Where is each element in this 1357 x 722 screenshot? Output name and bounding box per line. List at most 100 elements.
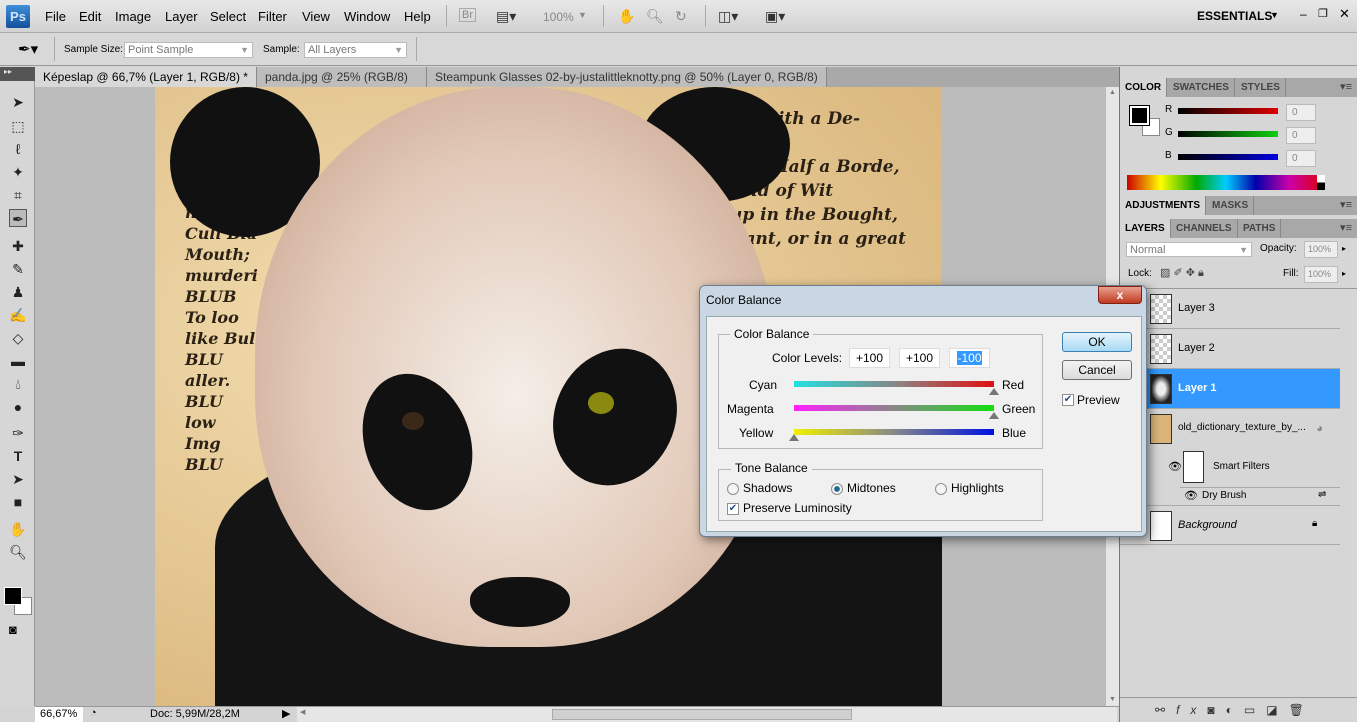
tab-color[interactable]: COLOR [1120,78,1168,97]
zoom-level-select[interactable]: 100% [543,10,574,24]
menu-image[interactable]: Image [115,9,151,24]
tab-layers[interactable]: LAYERS [1120,219,1171,238]
history-brush-tool-icon[interactable]: ✍ [9,306,27,324]
color-ramp[interactable] [1127,175,1325,190]
dialog-close-button[interactable]: x [1098,286,1142,304]
cyan-red-level-input[interactable]: +100 [849,348,890,368]
magenta-green-slider-thumb[interactable] [989,412,999,419]
scroll-left-icon[interactable]: ◀ [300,708,305,716]
move-tool-icon[interactable]: ➤ [9,93,27,111]
visibility-eye-icon[interactable]: 👁︎ [1184,489,1198,502]
midtones-label[interactable]: Midtones [847,481,896,495]
tab-kepeslap[interactable]: Képeslap @ 66,7% (Layer 1, RGB/8) * × [35,67,257,104]
channel-g-slider[interactable] [1178,131,1278,137]
filter-options-icon[interactable]: ⇌ [1318,489,1326,500]
channel-g-value[interactable]: 0 [1286,127,1316,144]
horizontal-scroll-thumb[interactable] [552,709,852,720]
black-white-ramp[interactable] [1317,175,1325,190]
yellow-blue-slider[interactable] [794,429,994,435]
cyan-red-slider[interactable] [794,381,994,387]
lasso-tool-icon[interactable]: ℓ [9,140,27,158]
tab-swatches[interactable]: SWATCHES [1168,78,1235,97]
sample-size-select[interactable]: Point Sample ▼ [124,42,253,58]
tab-channels[interactable]: CHANNELS [1171,219,1238,238]
menu-view[interactable]: View [302,9,330,24]
rotate-view-icon[interactable]: ↻ [675,8,687,25]
channel-r-slider[interactable] [1178,108,1278,114]
shape-tool-icon[interactable]: ■ [9,493,27,511]
minimize-icon[interactable]: – [1300,7,1307,21]
cancel-button[interactable]: Cancel [1062,360,1132,380]
hand-tool-icon[interactable]: ✋ [9,520,27,538]
layer-row-selected[interactable]: Layer 1 [1120,369,1340,409]
lock-icons[interactable]: ▨ ✐ ✥ 🔒︎ [1160,266,1204,280]
yellow-blue-level-input[interactable]: -100 [949,348,990,368]
screen-layout-icon[interactable]: ▤▾ [496,8,516,25]
visibility-eye-icon[interactable]: 👁︎ [1168,460,1182,473]
preview-checkbox[interactable]: ✔ [1062,394,1074,406]
menu-layer[interactable]: Layer [165,9,198,24]
layer-row[interactable]: Layer 2 [1120,329,1340,369]
close-app-icon[interactable]: ✕ [1339,6,1350,22]
arrange-documents-icon[interactable]: ◫▾ [718,8,738,25]
horizontal-scrollbar[interactable]: ◀ [297,707,1117,722]
clone-stamp-tool-icon[interactable]: ♟ [9,283,27,301]
shadows-label[interactable]: Shadows [743,481,792,495]
gradient-tool-icon[interactable]: ▬ [9,352,27,370]
highlights-radio[interactable] [935,483,947,495]
zoom-dropdown-icon[interactable]: ▼ [578,10,587,20]
blend-mode-select[interactable]: Normal ▼ [1126,242,1252,257]
layer-row-background[interactable]: Background 🔒︎ [1120,505,1340,545]
highlights-label[interactable]: Highlights [951,481,1004,495]
eyedropper-preset-icon[interactable]: ✒▾ [18,40,38,58]
healing-brush-tool-icon[interactable]: ✚ [9,237,27,255]
zoom-tool-icon[interactable]: 🔍︎ [646,8,664,25]
menu-file[interactable]: File [45,9,66,24]
tab-paths[interactable]: PATHS [1238,219,1282,238]
dodge-tool-icon[interactable]: ● [9,398,27,416]
panel-menu-icon[interactable]: ▾≡ [1340,80,1352,93]
pen-tool-icon[interactable]: ✑ [9,424,27,442]
crop-tool-icon[interactable]: ⌗ [9,186,27,204]
workspace-dropdown-icon[interactable]: ▼ [1270,10,1279,20]
panel-menu-icon[interactable]: ▾≡ [1340,221,1352,234]
dry-brush-filter[interactable]: Dry Brush [1202,490,1246,501]
brush-tool-icon[interactable]: ✎ [9,260,27,278]
channel-b-slider[interactable] [1178,154,1278,160]
yellow-blue-slider-thumb[interactable] [789,434,799,441]
tab-steampunk-glasses[interactable]: Steampunk Glasses 02-by-justalittleknott… [427,67,827,104]
screen-mode-icon[interactable]: ▣▾ [765,8,785,25]
channel-r-value[interactable]: 0 [1286,104,1316,121]
opacity-arrow-icon[interactable]: ▸ [1342,244,1346,253]
magenta-green-slider[interactable] [794,405,994,411]
menu-edit[interactable]: Edit [79,9,101,24]
preserve-luminosity-checkbox[interactable]: ✔ [727,503,739,515]
bridge-button[interactable]: Br [459,8,476,22]
fill-field[interactable]: 100% [1304,266,1338,283]
tab-adjustments[interactable]: ADJUSTMENTS [1120,196,1207,215]
zoom-field[interactable]: 66,67% [35,707,83,722]
magic-wand-tool-icon[interactable]: ✦ [9,163,27,181]
hand-tool-icon[interactable]: ✋ [618,8,635,25]
scroll-down-icon[interactable]: ▼ [1109,696,1116,703]
eraser-tool-icon[interactable]: ◇ [9,329,27,347]
smart-filter-icon[interactable]: ◕ [1316,421,1323,435]
status-info-icon[interactable]: ◔ [90,707,97,719]
layers-footer-buttons[interactable]: ⚯fx◙◐▭◪🗑︎ [1120,697,1357,722]
panel-menu-icon[interactable]: ▾≡ [1340,198,1352,211]
midtones-radio[interactable] [831,483,843,495]
layer-row[interactable]: Layer 3 [1120,289,1340,329]
fill-arrow-icon[interactable]: ▸ [1342,269,1346,278]
tab-masks[interactable]: MASKS [1207,196,1255,215]
menu-filter[interactable]: Filter [258,9,287,24]
path-selection-tool-icon[interactable]: ➤ [9,470,27,488]
eyedropper-tool-icon[interactable]: ✒ [9,209,27,227]
blur-tool-icon[interactable]: 💧︎ [9,375,27,393]
tab-styles[interactable]: STYLES [1236,78,1286,97]
preserve-luminosity-label[interactable]: Preserve Luminosity [743,501,852,515]
preview-label[interactable]: Preview [1077,393,1120,407]
ok-button[interactable]: OK [1062,332,1132,352]
type-tool-icon[interactable]: T [9,447,27,465]
status-menu-arrow-icon[interactable]: ▶ [282,707,290,720]
opacity-field[interactable]: 100% [1304,241,1338,258]
